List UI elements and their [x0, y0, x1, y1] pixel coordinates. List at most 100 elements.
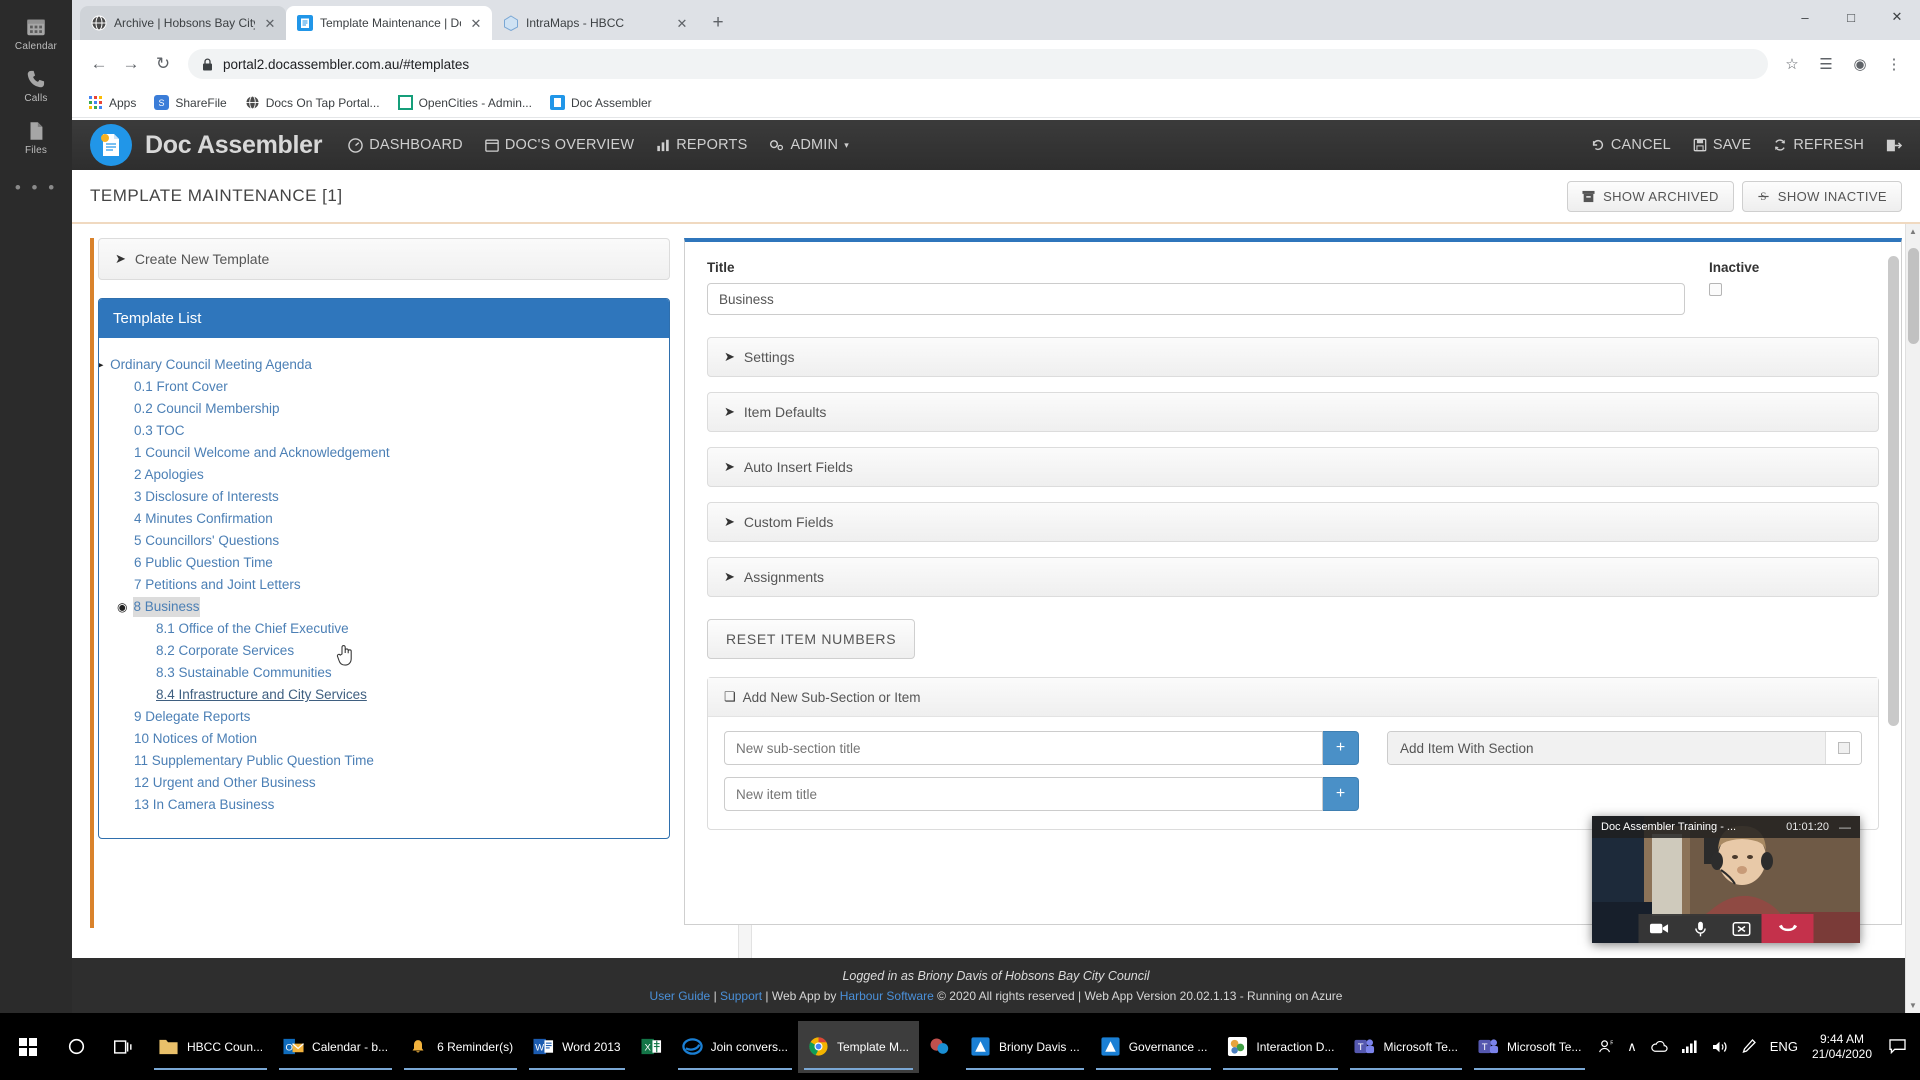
language-indicator[interactable]: ENG: [1770, 1039, 1798, 1054]
template-tree-item[interactable]: ➤ Ordinary Council Meeting Agenda: [99, 354, 657, 376]
people-icon[interactable]: R: [1598, 1039, 1613, 1054]
taskbar-item[interactable]: 6 Reminder(s): [398, 1021, 523, 1073]
taskbar-item[interactable]: W Word 2013: [523, 1021, 630, 1073]
tab-close-icon-3[interactable]: ✕: [674, 17, 690, 30]
profile-avatar-icon[interactable]: ◉: [1846, 50, 1874, 78]
nav-docs-overview[interactable]: DOC'S OVERVIEW: [485, 137, 634, 153]
add-item-button[interactable]: +: [1323, 777, 1359, 811]
share-screen-icon[interactable]: [1721, 914, 1762, 943]
reset-item-numbers-button[interactable]: RESET ITEM NUMBERS: [707, 619, 916, 659]
template-tree-item[interactable]: 8.3 Sustainable Communities: [111, 662, 657, 684]
bookmark-doc-assembler[interactable]: Doc Assembler: [549, 95, 652, 110]
new-tab-button[interactable]: +: [704, 9, 732, 37]
taskbar-item[interactable]: T Microsoft Te...: [1468, 1021, 1591, 1073]
template-tree-item[interactable]: 2 Apologies: [111, 464, 657, 486]
inactive-checkbox[interactable]: [1709, 283, 1722, 296]
tab-close-icon-1[interactable]: ✕: [262, 17, 278, 30]
show-inactive-button[interactable]: S SHOW INACTIVE: [1741, 180, 1902, 212]
template-tree-item[interactable]: 0.1 Front Cover: [111, 376, 657, 398]
template-tree-item[interactable]: 8.4 Infrastructure and City Services: [111, 684, 657, 706]
template-tree-item[interactable]: ◉ 8 Business: [99, 596, 657, 618]
accordion-custom-fields[interactable]: ➤ Custom Fields: [707, 502, 1879, 542]
support-link[interactable]: Support: [720, 989, 762, 1003]
rail-item-files[interactable]: Files: [0, 112, 72, 162]
template-tree-item[interactable]: 0.2 Council Membership: [111, 398, 657, 420]
add-subsection-button[interactable]: +: [1323, 731, 1359, 765]
star-icon[interactable]: ☆: [1778, 50, 1806, 78]
save-button[interactable]: SAVE: [1693, 137, 1751, 153]
teams-call-pip[interactable]: Doc Assembler Training - ... 01:01:20 —: [1592, 816, 1860, 943]
template-tree-item[interactable]: 11 Supplementary Public Question Time: [111, 750, 657, 772]
detail-panel-scroll-thumb[interactable]: [1888, 256, 1899, 726]
window-close-button[interactable]: ✕: [1874, 0, 1920, 34]
template-tree-item[interactable]: 13 In Camera Business: [111, 794, 657, 816]
show-archived-button[interactable]: SHOW ARCHIVED: [1567, 180, 1734, 212]
chevron-right-circle-icon[interactable]: ➤: [99, 355, 104, 375]
windows-start-icon[interactable]: [4, 1021, 52, 1073]
rail-item-calendar[interactable]: Calendar: [0, 8, 72, 58]
template-tree-item[interactable]: 8.1 Office of the Chief Executive: [111, 618, 657, 640]
taskbar-item[interactable]: HBCC Coun...: [148, 1021, 273, 1073]
new-item-input[interactable]: [724, 777, 1324, 811]
action-center-icon[interactable]: [1886, 1036, 1908, 1058]
nav-dashboard[interactable]: DASHBOARD: [348, 137, 463, 153]
task-view-icon[interactable]: [100, 1021, 148, 1073]
reload-button[interactable]: ↻: [148, 49, 178, 79]
template-tree-item[interactable]: 1 Council Welcome and Acknowledgement: [111, 442, 657, 464]
template-tree-item[interactable]: 10 Notices of Motion: [111, 728, 657, 750]
chevron-down-circle-icon[interactable]: ◉: [117, 597, 127, 617]
pen-icon[interactable]: [1742, 1039, 1756, 1054]
address-bar[interactable]: portal2.docassembler.com.au/#templates: [188, 49, 1768, 79]
taskbar-clock[interactable]: 9:44 AM 21/04/2020: [1812, 1032, 1872, 1062]
app-brand[interactable]: Doc Assembler: [90, 124, 323, 166]
add-new-subsection-header[interactable]: ❏ Add New Sub-Section or Item: [708, 678, 1878, 717]
browser-tab-3[interactable]: IntraMaps - HBCC ✕: [492, 6, 698, 40]
detail-panel-scrollbar[interactable]: [1888, 242, 1899, 929]
accordion-settings[interactable]: ➤ Settings: [707, 337, 1879, 377]
taskbar-item[interactable]: Join convers...: [672, 1021, 798, 1073]
rail-more-icon[interactable]: • • •: [15, 178, 57, 198]
rail-item-calls[interactable]: Calls: [0, 60, 72, 110]
network-bars-icon[interactable]: [1681, 1040, 1698, 1053]
call-minimize-button[interactable]: —: [1839, 820, 1851, 834]
window-minimize-button[interactable]: –: [1782, 0, 1828, 34]
hangup-icon[interactable]: [1761, 914, 1814, 943]
refresh-button[interactable]: REFRESH: [1773, 137, 1864, 153]
accordion-assignments[interactable]: ➤ Assignments: [707, 557, 1879, 597]
template-tree-item[interactable]: 4 Minutes Confirmation: [111, 508, 657, 530]
tab-close-icon-2[interactable]: ✕: [468, 17, 484, 30]
template-tree-item[interactable]: 0.3 TOC: [111, 420, 657, 442]
bookmark-apps[interactable]: Apps: [88, 95, 136, 110]
template-tree-item[interactable]: 5 Councillors' Questions: [111, 530, 657, 552]
browser-tab-2[interactable]: Template Maintenance | Doc Ass ✕: [286, 6, 492, 40]
template-tree-item[interactable]: 12 Urgent and Other Business: [111, 772, 657, 794]
taskbar-item[interactable]: X: [631, 1021, 672, 1073]
page-scrollbar[interactable]: ▲ ▼: [1905, 224, 1920, 1013]
template-tree-item[interactable]: 8.2 Corporate Services: [111, 640, 657, 662]
taskbar-item[interactable]: O Calendar - b...: [273, 1021, 398, 1073]
cancel-button[interactable]: CANCEL: [1591, 137, 1671, 153]
taskbar-item[interactable]: T Microsoft Te...: [1344, 1021, 1467, 1073]
template-tree-item[interactable]: 3 Disclosure of Interests: [111, 486, 657, 508]
camera-icon[interactable]: [1639, 914, 1680, 943]
add-item-with-section-toggle[interactable]: [1825, 732, 1861, 764]
accordion-item-defaults[interactable]: ➤ Item Defaults: [707, 392, 1879, 432]
user-guide-link[interactable]: User Guide: [650, 989, 711, 1003]
search-circle-icon[interactable]: [52, 1021, 100, 1073]
nav-admin[interactable]: ADMIN ▾: [769, 137, 849, 153]
logout-button[interactable]: [1886, 138, 1902, 153]
accordion-auto-insert-fields[interactable]: ➤ Auto Insert Fields: [707, 447, 1879, 487]
page-scroll-thumb[interactable]: [1908, 248, 1919, 344]
browser-tab-1[interactable]: Archive | Hobsons Bay City Coun ✕: [80, 6, 286, 40]
taskbar-item[interactable]: Governance ...: [1090, 1021, 1218, 1073]
tray-chevron-up-icon[interactable]: ∧: [1627, 1039, 1637, 1055]
harbour-software-link[interactable]: Harbour Software: [840, 989, 934, 1003]
kebab-menu-icon[interactable]: ⋮: [1880, 50, 1908, 78]
nav-reports[interactable]: REPORTS: [656, 137, 747, 153]
template-tree-item[interactable]: 6 Public Question Time: [111, 552, 657, 574]
create-new-template-panel[interactable]: ➤ Create New Template: [98, 238, 670, 280]
extensions-icon[interactable]: ☰: [1812, 50, 1840, 78]
onedrive-icon[interactable]: [1651, 1040, 1668, 1053]
template-tree-item[interactable]: 7 Petitions and Joint Letters: [111, 574, 657, 596]
forward-button[interactable]: →: [116, 49, 146, 79]
